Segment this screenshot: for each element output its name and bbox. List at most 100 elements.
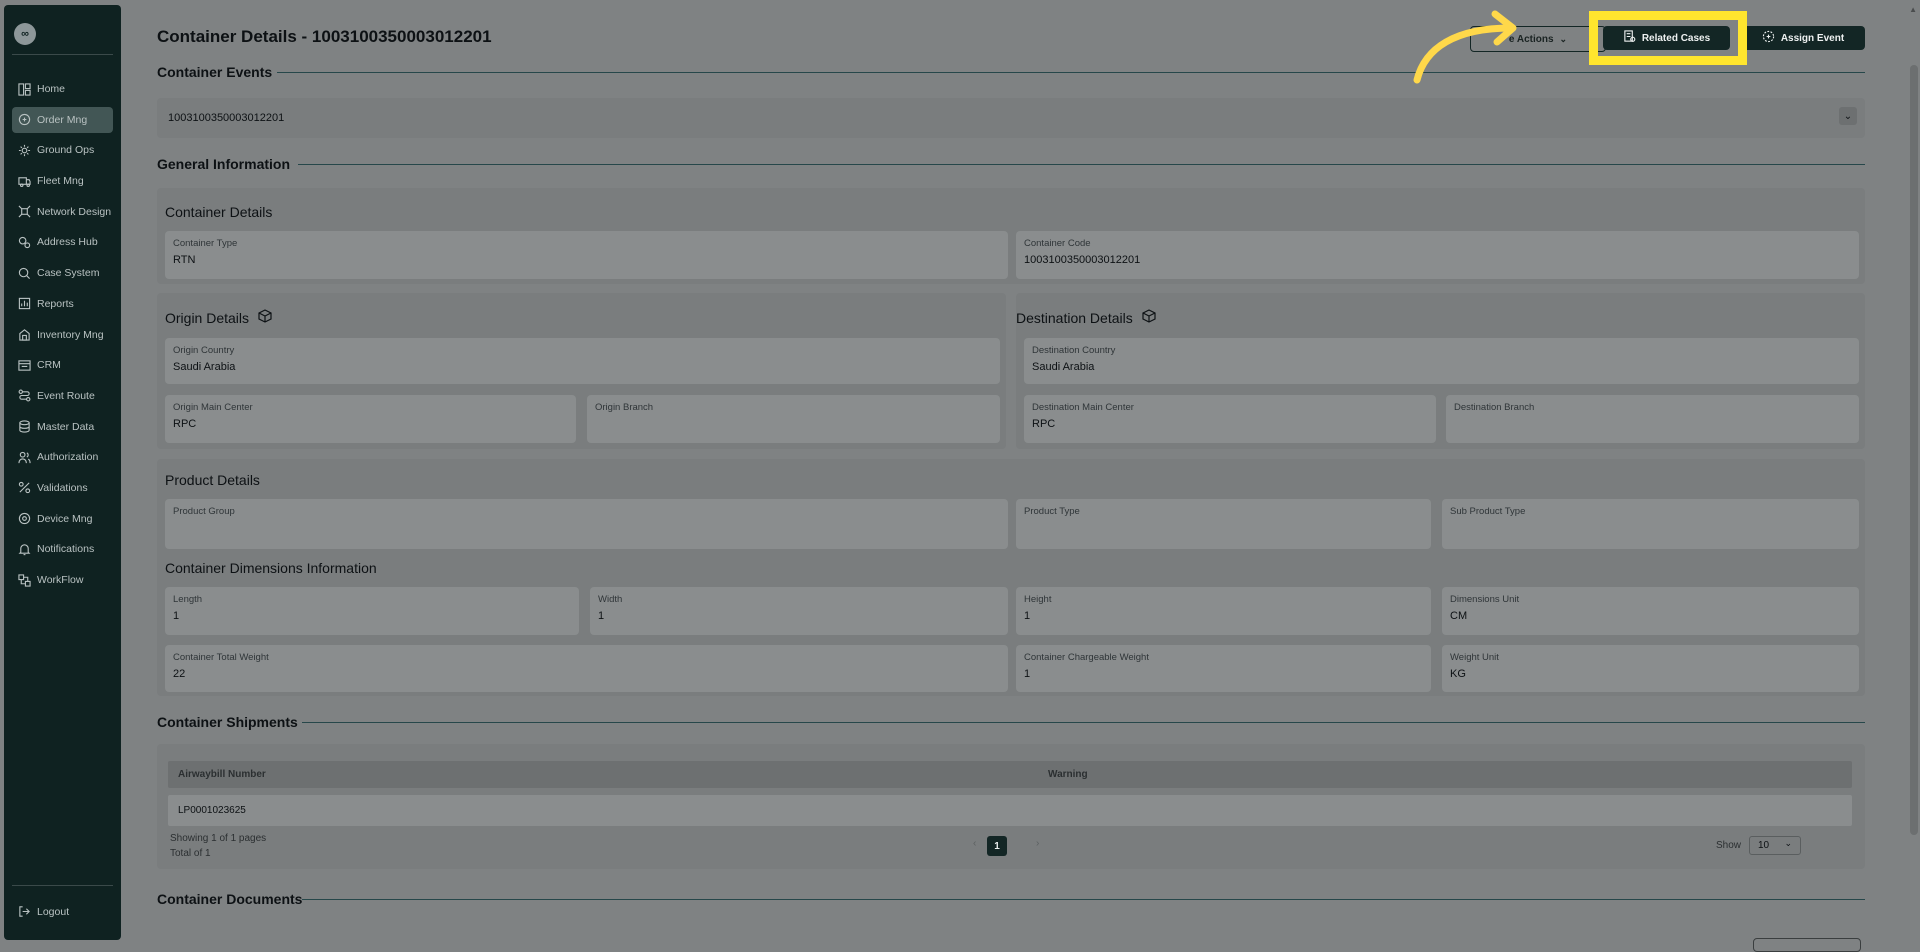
sidebar-item-network-design[interactable]: Network Design [12,199,113,225]
prev-page-icon[interactable]: ‹ [973,838,976,849]
sidebar-item-label: WorkFlow [37,574,84,586]
section-divider [302,899,1865,900]
container-total-weight-field[interactable]: Container Total Weight 22 [165,645,1008,692]
field-label: Destination Branch [1454,402,1535,413]
field-label: Destination Country [1032,345,1116,356]
field-label: Dimensions Unit [1450,594,1520,605]
sidebar-divider [12,885,113,886]
sidebar-item-reports[interactable]: Reports [12,291,113,317]
sidebar-item-label: Notifications [37,543,95,556]
ground-ops-icon [18,144,31,157]
sidebar-item-inventory-mng[interactable]: Inventory Mng [12,322,113,348]
field-value: CM [1450,610,1468,622]
sidebar-item-ground-ops[interactable]: Ground Ops [12,137,113,163]
logout-icon [18,905,31,918]
container-events-select[interactable]: 1003100350003012201 ⌄ [157,98,1865,138]
sidebar-item-label: Device Mng [37,512,93,525]
sidebar-item-fleet-mng[interactable]: Fleet Mng [12,168,113,194]
weight-unit-field[interactable]: Weight Unit KG [1442,645,1859,692]
field-label: Container Total Weight [173,652,269,663]
column-header-warning[interactable]: Warning [1048,769,1088,780]
origin-main-center-field[interactable]: Origin Main Center RPC [165,395,576,443]
reports-icon [18,297,31,310]
sidebar-item-device-mng[interactable]: Device Mng [12,506,113,532]
table-row[interactable]: LP0001023625 [168,795,1852,826]
sidebar-item-notifications[interactable]: Notifications [12,536,113,562]
sidebar-item-label: Network Design [37,205,112,218]
field-label: Sub Product Type [1450,506,1526,517]
sidebar-item-home[interactable]: Home [12,76,113,102]
section-divider [298,164,1865,165]
address-icon [18,236,31,249]
container-type-field[interactable]: Container Type RTN [165,231,1008,279]
length-field[interactable]: Length 1 [165,587,579,635]
sidebar-item-label: Case System [37,267,100,280]
height-field[interactable]: Height 1 [1016,587,1431,635]
next-page-icon[interactable]: › [1036,838,1039,849]
field-label: Height [1024,594,1052,605]
field-label: Container Type [173,238,238,249]
page-scrollbar[interactable] [1910,65,1918,835]
sub-product-type-field[interactable]: Sub Product Type [1442,499,1859,549]
field-value: 1 [173,610,180,622]
destination-details-title: Destination Details [1016,309,1133,326]
field-label: Product Group [173,506,235,517]
crm-icon [18,359,31,372]
dimensions-unit-field[interactable]: Dimensions Unit CM [1442,587,1859,635]
origin-country-field[interactable]: Origin Country Saudi Arabia [165,338,1000,384]
destination-details-header: Destination Details [1016,308,1157,327]
container-code-field[interactable]: Container Code 1003100350003012201 [1016,231,1859,279]
origin-details-title: Origin Details [165,309,250,326]
origin-details-panel: Origin Details Origin Country Saudi Arab… [157,293,1006,449]
field-value: RPC [1032,418,1056,430]
destination-branch-field[interactable]: Destination Branch [1446,395,1859,443]
sidebar-item-crm[interactable]: CRM [12,352,113,378]
sidebar-item-label: Address Hub [37,236,98,249]
sidebar-item-authorization[interactable]: Authorization [12,444,113,470]
field-value: 1 [1024,610,1031,622]
app-logo[interactable]: ∞ [14,23,36,45]
column-header-airwaybill[interactable]: Airwaybill Number [178,769,266,780]
sidebar-item-case-system[interactable]: Case System [12,260,113,286]
field-value: 1003100350003012201 [1024,254,1141,266]
scroll-up-icon[interactable]: ▲ [1909,5,1917,14]
sidebar-item-order-mng[interactable]: Order Mng [12,106,113,133]
sidebar-item-validations[interactable]: Validations [12,475,113,501]
users-icon [18,451,31,464]
sidebar-item-label: Order Mng [37,113,88,126]
airwaybill-cell[interactable]: LP0001023625 [178,805,246,816]
origin-branch-field[interactable]: Origin Branch [587,395,1000,443]
field-value: RTN [173,254,196,266]
product-dimensions-panel: Product Details Product Group Product Ty… [157,459,1865,696]
destination-main-center-field[interactable]: Destination Main Center RPC [1024,395,1436,443]
field-value: KG [1450,668,1466,680]
logout-button[interactable]: Logout [18,905,69,918]
container-chargeable-weight-field[interactable]: Container Chargeable Weight 1 [1016,645,1431,692]
page-size-select[interactable]: 10 ⌄ [1749,836,1801,855]
page-button-1[interactable]: 1 [987,836,1007,856]
package-icon[interactable] [257,308,273,327]
field-label: Origin Main Center [173,402,253,413]
product-type-field[interactable]: Product Type [1016,499,1431,549]
sidebar-item-label: Reports [37,297,74,310]
field-value: Saudi Arabia [173,361,236,373]
sidebar-item-label: Fleet Mng [37,175,84,188]
width-field[interactable]: Width 1 [590,587,1008,635]
field-label: Container Code [1024,238,1091,249]
sidebar-item-master-data[interactable]: Master Data [12,414,113,440]
network-icon [18,205,31,218]
destination-country-field[interactable]: Destination Country Saudi Arabia [1024,338,1859,384]
sidebar: ∞ Home Order Mng Ground Ops Fleet Mng Ne… [4,5,121,940]
sidebar-item-event-route[interactable]: Event Route [12,383,113,409]
sidebar-item-label: Ground Ops [37,144,95,157]
field-label: Weight Unit [1450,652,1499,663]
sidebar-item-address-hub[interactable]: Address Hub [12,229,113,255]
assign-event-button[interactable]: Assign Event [1741,26,1865,50]
chevron-down-icon[interactable]: ⌄ [1839,107,1857,125]
documents-action-button[interactable] [1753,938,1861,952]
pagination-total: Total of 1 [170,848,211,859]
field-value: 1 [1024,668,1031,680]
sidebar-item-workflow[interactable]: WorkFlow [12,567,113,593]
package-icon[interactable] [1141,308,1157,327]
product-group-field[interactable]: Product Group [165,499,1008,549]
